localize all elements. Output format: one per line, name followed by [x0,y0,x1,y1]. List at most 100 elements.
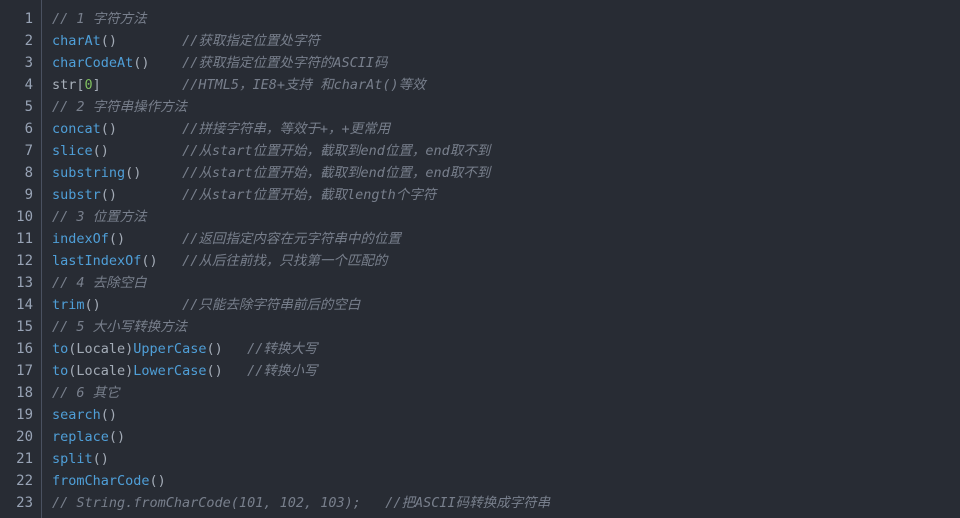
code-line[interactable]: replace() [52,426,960,448]
code-line[interactable]: substr() //从start位置开始，截取length个字符 [52,184,960,206]
line-number: 13 [16,275,33,291]
token-fn: UpperCase [133,341,207,357]
token-punct: [ [76,77,85,93]
line-number-gutter[interactable]: 1 2 3 4 5 6 7 8 9 10 11 12 13 14 15 16 17 18 19 20 21 22 23 [0,0,42,518]
code-line[interactable]: split() [52,448,960,470]
token-comment: // 5 大小写转换方法 [52,319,188,335]
code-line[interactable]: // 4 去除空白 [52,272,960,294]
token-comment: //拼接字符串，等效于+，+更常用 [182,121,391,137]
line-number: 19 [16,407,33,423]
token-punct: () [206,341,223,357]
code-line[interactable]: fromCharCode() [52,470,960,492]
code-line[interactable]: slice() //从start位置开始，截取到end位置，end取不到 [52,140,960,162]
token-punct: () [92,451,109,467]
token-punct: () [92,143,109,159]
token-punct: () [206,363,223,379]
token-fn: split [52,451,93,467]
line-number: 21 [16,451,33,467]
token-punct: () [125,165,142,181]
code-editor[interactable]: 1 2 3 4 5 6 7 8 9 10 11 12 13 14 15 16 17 18 19 20 21 22 23 //… [0,0,960,518]
line-number: 14 [16,297,33,313]
line-number: 18 [16,385,33,401]
code-line[interactable]: // 6 其它 [52,382,960,404]
code-line[interactable]: concat() //拼接字符串，等效于+，+更常用 [52,118,960,140]
line-number: 2 [24,33,33,49]
code-line[interactable]: str[0] //HTML5，IE8+支持 和charAt()等效 [52,74,960,96]
token-fn: to [52,341,69,357]
token-comment: // 1 字符方法 [52,11,147,27]
token-punct: () [100,407,118,423]
token-comment: // String.fromCharCode(101, 102, 103); /… [52,495,551,511]
token-punct: (Locale) [68,341,134,357]
token-fn: concat [52,121,101,137]
code-line[interactable]: substring() //从start位置开始，截取到end位置，end取不到 [52,162,960,184]
line-number: 8 [24,165,33,181]
code-line[interactable]: // 3 位置方法 [52,206,960,228]
code-line[interactable]: trim() //只能去除字符串前后的空白 [52,294,960,316]
token-punct: () [108,231,126,247]
token-punct: () [100,121,118,137]
token-comment: //只能去除字符串前后的空白 [182,297,361,313]
code-line[interactable]: lastIndexOf() //从后往前找，只找第一个匹配的 [52,250,960,272]
token-comment: //获取指定位置处字符 [182,33,320,49]
code-line[interactable]: charAt() //获取指定位置处字符 [52,30,960,52]
token-comment: //获取指定位置处字符的ASCII码 [182,55,388,71]
token-punct: () [100,187,118,203]
token-comment: //返回指定内容在元字符串中的位置 [182,231,401,247]
code-line[interactable]: to(Locale)UpperCase() //转换大写 [52,338,960,360]
line-number: 15 [16,319,33,335]
token-punct: () [108,429,126,445]
token-fn: search [52,407,101,423]
token-punct: (Locale) [68,363,134,379]
token-fn: charCodeAt [52,55,134,71]
token-fn: trim [52,297,85,313]
line-number: 23 [16,495,33,511]
token-comment: //从后往前找，只找第一个匹配的 [182,253,388,269]
code-content-area[interactable]: // 1 字符方法 charAt() //获取指定位置处字符 charCodeAt(… [42,8,960,514]
token-punct: () [141,253,158,269]
token-comment: // 4 去除空白 [52,275,147,291]
token-fn: replace [52,429,109,445]
token-comment: //转换大写 [247,341,318,357]
line-number: 7 [24,143,33,159]
code-line[interactable]: search() [52,404,960,426]
token-fn: charAt [52,33,101,49]
code-line[interactable]: charCodeAt() //获取指定位置处字符的ASCII码 [52,52,960,74]
code-line[interactable]: // 1 字符方法 [52,8,960,30]
token-comment: // 6 其它 [52,385,120,401]
token-plain: str [52,77,77,93]
code-line[interactable]: indexOf() //返回指定内容在元字符串中的位置 [52,228,960,250]
token-fn: substr [52,187,101,203]
token-fn: LowerCase [133,363,207,379]
code-line[interactable]: // String.fromCharCode(101, 102, 103); /… [52,492,960,514]
code-line[interactable]: // 2 字符串操作方法 [52,96,960,118]
token-fn: indexOf [52,231,109,247]
code-line[interactable]: // 5 大小写转换方法 [52,316,960,338]
line-number: 17 [16,363,33,379]
token-comment: //从start位置开始，截取到end位置，end取不到 [182,165,491,181]
token-comment: // 2 字符串操作方法 [52,99,188,115]
line-number: 9 [24,187,33,203]
token-fn: substring [52,165,126,181]
line-number: 22 [16,473,33,489]
token-comment: //从start位置开始，截取到end位置，end取不到 [182,143,491,159]
token-fn: to [52,363,69,379]
line-number: 5 [24,99,33,115]
line-number: 1 [24,11,33,27]
code-line[interactable]: to(Locale)LowerCase() //转换小写 [52,360,960,382]
line-number: 3 [24,55,33,71]
token-comment: //转换小写 [247,363,318,379]
token-fn: lastIndexOf [52,253,142,269]
token-punct: ] [92,77,101,93]
token-fn: fromCharCode [52,473,150,489]
token-punct: () [133,55,150,71]
token-num: 0 [84,77,93,93]
